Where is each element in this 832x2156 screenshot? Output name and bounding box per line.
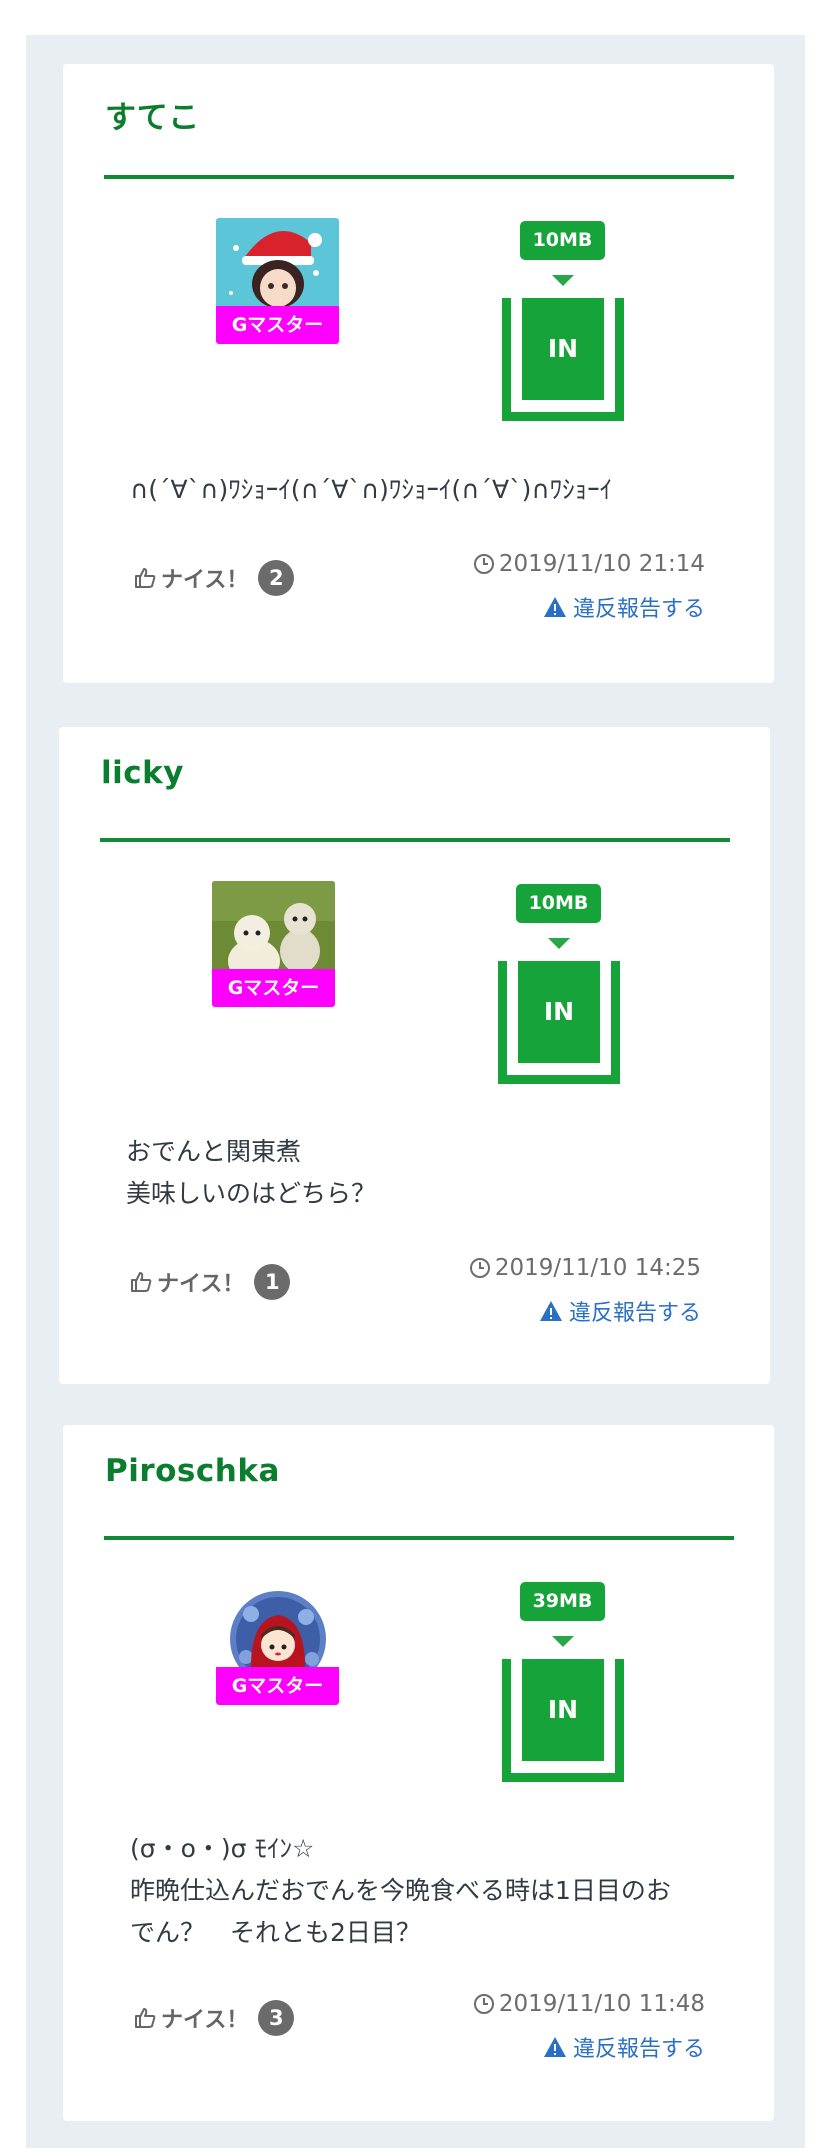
gmaster-badge: Gマスター [216,1667,339,1705]
nice-button[interactable]: ナイス！ 1 [129,1264,291,1300]
report-text: 違反報告する [572,597,705,622]
warning-icon [543,597,566,617]
thumbs-up-icon [135,2008,156,2028]
in-label: IN [522,1659,604,1761]
caret-down-icon [552,1636,574,1647]
nice-count: 1 [254,1264,291,1300]
gmaster-badge: Gマスター [212,969,335,1007]
clock-icon [473,1994,494,2014]
timestamp-text: 2019/11/10 21:14 [498,551,705,577]
post-author-name[interactable]: licky [101,755,184,791]
caret-down-icon [548,938,570,949]
post-card: Piroschka Gマスター 39MB IN (σ・o・)σ ﾓｲﾝ☆ 昨晩仕… [63,1425,774,2121]
caret-down-icon [552,275,574,286]
report-link[interactable]: 違反報告する [539,1295,701,1327]
post-timestamp: 2019/11/10 14:25 [469,1255,701,1281]
in-label: IN [518,961,600,1063]
post-card: すてこ Gマスター 10MB IN ∩(´∀`∩)ﾜｼｮｰｲ(∩´∀`∩)ﾜｼｮ… [63,64,774,683]
in-indicator: IN [502,1659,624,1782]
post-author-name[interactable]: すてこ [105,92,200,137]
thumbs-up-icon [131,1272,152,1292]
capacity-badge: 39MB [520,1582,605,1621]
timestamp-text: 2019/11/10 11:48 [498,1991,705,2017]
gmaster-badge: Gマスター [216,306,339,344]
avatar[interactable]: Gマスター [212,881,335,1007]
timestamp-text: 2019/11/10 14:25 [494,1255,701,1281]
avatar[interactable]: Gマスター [216,1579,339,1705]
in-indicator: IN [502,298,624,421]
report-text: 違反報告する [572,2037,705,2062]
post-timestamp: 2019/11/10 11:48 [473,1991,705,2017]
warning-icon [543,2037,566,2057]
post-message: ∩(´∀`∩)ﾜｼｮｰｲ(∩´∀`∩)ﾜｼｮｰｲ(∩´∀`)∩ﾜｼｮｰｲ [130,475,613,504]
in-label: IN [522,298,604,400]
post-timestamp: 2019/11/10 21:14 [473,551,705,577]
nice-button[interactable]: ナイス！ 3 [133,2000,295,2036]
clock-icon [469,1258,490,1278]
post-card: licky Gマスター 10MB IN おでんと関東煮 美味しいのはどちら？ ナ… [59,727,770,1384]
nice-count: 3 [258,2000,295,2036]
nice-label: ナイス！ [161,2008,249,2033]
post-message: おでんと関東煮 美味しいのはどちら？ [126,1137,377,1208]
in-indicator: IN [498,961,620,1084]
warning-icon [539,1301,562,1321]
nice-label: ナイス！ [157,1272,245,1297]
thumbs-up-icon [135,568,156,588]
clock-icon [473,554,494,574]
nice-button[interactable]: ナイス！ 2 [133,560,295,596]
capacity-badge: 10MB [520,221,605,260]
report-link[interactable]: 違反報告する [543,591,705,623]
capacity-badge: 10MB [516,884,601,923]
post-message: (σ・o・)σ ﾓｲﾝ☆ 昨晩仕込んだおでんを今晩食べる時は1日目のお でん？ … [130,1834,671,1947]
avatar[interactable]: Gマスター [216,218,339,344]
report-link[interactable]: 違反報告する [543,2031,705,2063]
header-divider [104,1536,734,1540]
report-text: 違反報告する [568,1301,701,1326]
header-divider [104,175,734,179]
nice-count: 2 [258,560,295,596]
post-author-name[interactable]: Piroschka [105,1453,280,1489]
header-divider [100,838,730,842]
nice-label: ナイス！ [161,568,249,593]
